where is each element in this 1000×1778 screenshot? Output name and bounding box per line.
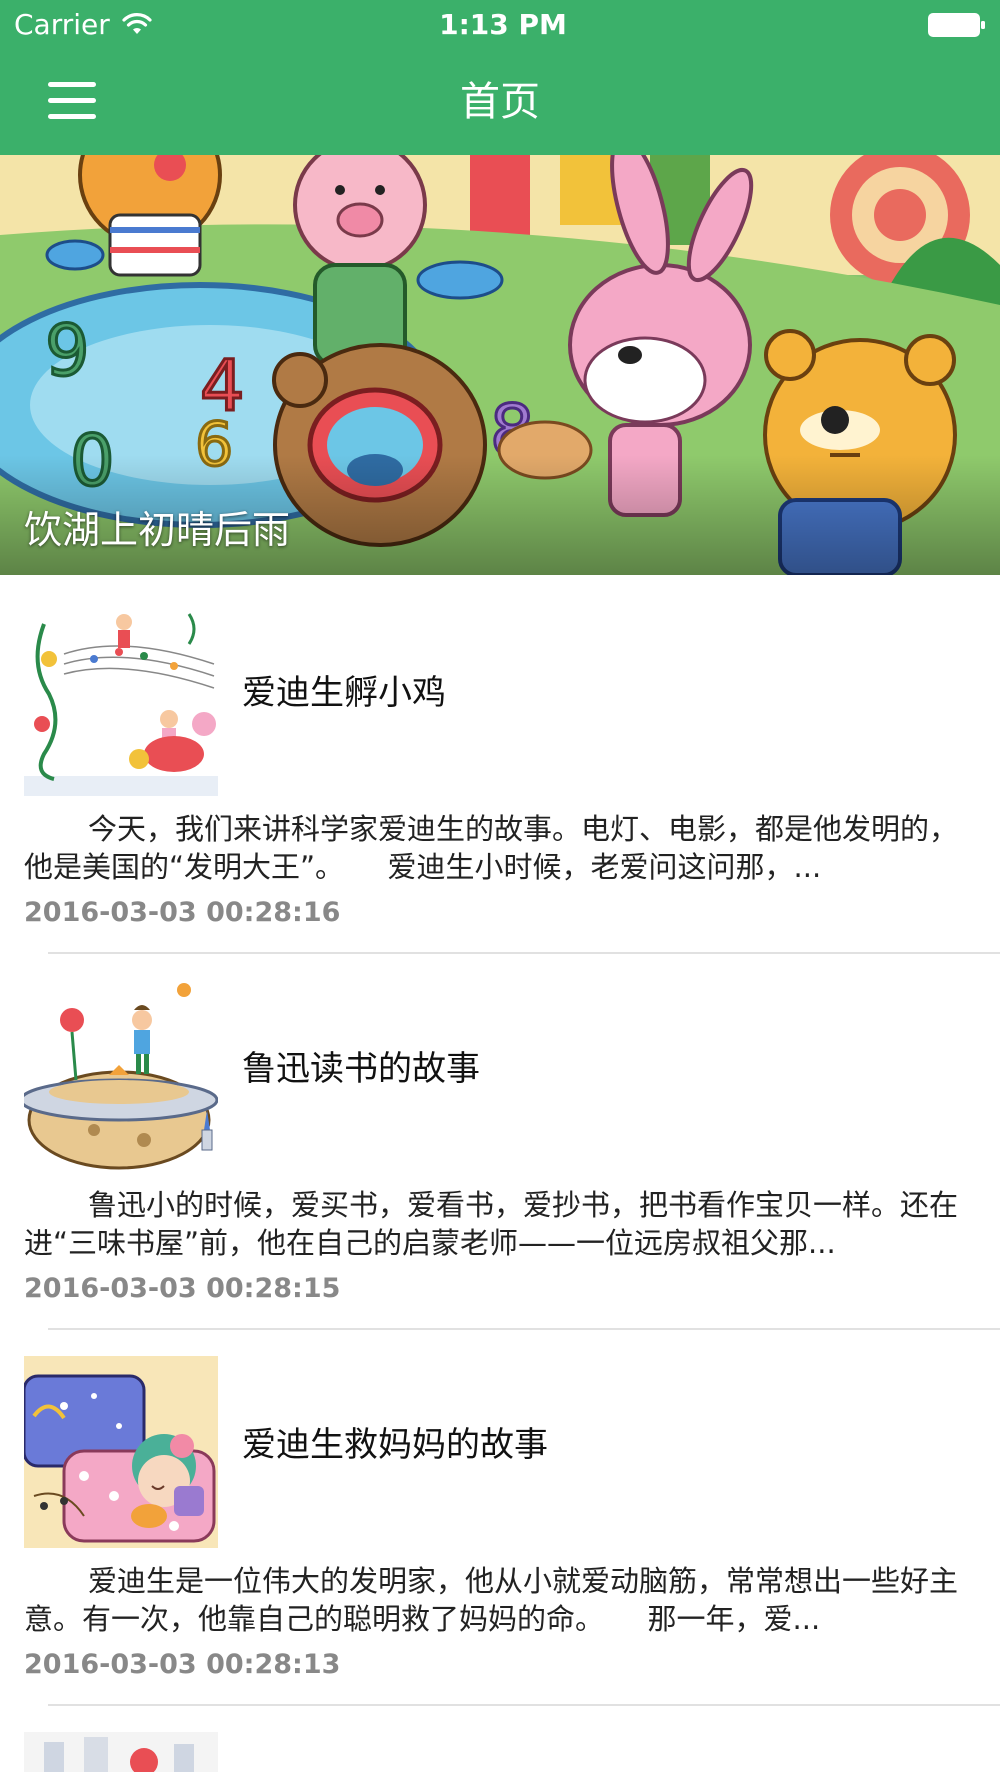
battery-icon bbox=[928, 13, 985, 37]
article-thumbnail bbox=[24, 980, 218, 1172]
article-title: 鲁迅读书的故事 bbox=[242, 1049, 480, 1089]
page-title: 首页 bbox=[460, 79, 540, 125]
article-description: 今天，我们来讲科学家爱迪生的故事。电灯、电影，都是他发明的，他是美国的“发明大王… bbox=[24, 812, 959, 884]
article-title: 爱迪生孵小鸡 bbox=[242, 673, 446, 713]
banner-caption: 饮湖上初晴后雨 bbox=[24, 508, 291, 552]
list-item[interactable]: 鲁迅读书的故事 鲁迅小的时候，爱买书，爱看书，爱抄书，把书看作宝贝一样。还在进“… bbox=[24, 954, 1000, 1330]
article-date: 2016-03-03 00:28:16 bbox=[24, 897, 341, 928]
article-description: 鲁迅小的时候，爱买书，爱看书，爱抄书，把书看作宝贝一样。还在进“三味书屋”前，他… bbox=[24, 1188, 959, 1260]
article-date: 2016-03-03 00:28:15 bbox=[24, 1273, 341, 1304]
top-bar: Carrier 1:13 PM 首页 bbox=[0, 0, 1000, 155]
list-item[interactable]: 爱迪生孵小鸡 今天，我们来讲科学家爱迪生的故事。电灯、电影，都是他发明的，他是美… bbox=[24, 578, 1000, 954]
article-thumbnail bbox=[24, 604, 218, 796]
status-time: 1:13 PM bbox=[439, 8, 567, 41]
article-list: 爱迪生孵小鸡 今天，我们来讲科学家爱迪生的故事。电灯、电影，都是他发明的，他是美… bbox=[0, 578, 1000, 1772]
article-thumbnail bbox=[24, 1732, 218, 1772]
article-description: 爱迪生是一位伟大的发明家，他从小就爱动脑筋，常常想出一些好主意。有一次，他靠自己… bbox=[24, 1564, 959, 1636]
status-bar: Carrier 1:13 PM bbox=[0, 0, 1000, 50]
list-item[interactable]: 爱迪生救妈妈的故事 爱迪生是一位伟大的发明家，他从小就爱动脑筋，常常想出一些好主… bbox=[24, 1330, 1000, 1706]
article-title: 爱迪生救妈妈的故事 bbox=[242, 1425, 548, 1465]
banner-carousel[interactable]: 9 4 0 6 8 bbox=[0, 155, 1000, 575]
navigation-bar: 首页 bbox=[0, 50, 1000, 155]
article-date: 2016-03-03 00:28:13 bbox=[24, 1649, 341, 1680]
svg-text:9: 9 bbox=[45, 310, 90, 392]
list-item[interactable] bbox=[24, 1706, 1000, 1772]
article-thumbnail bbox=[24, 1356, 218, 1548]
